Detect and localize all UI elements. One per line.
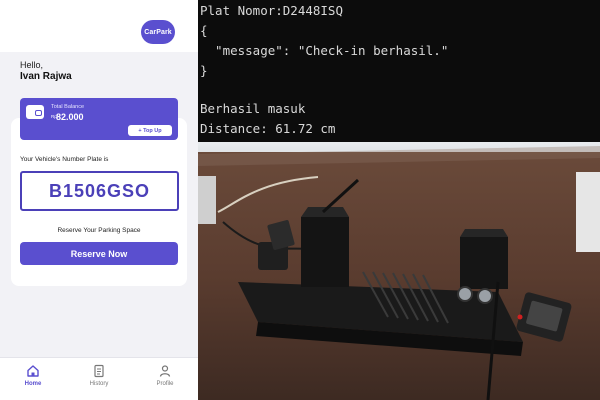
nav-profile[interactable]: Profile — [145, 362, 185, 387]
nav-history[interactable]: History — [79, 362, 119, 387]
plate-caption: Your Vehicle's Number Plate is — [20, 156, 109, 163]
nav-label-history: History — [89, 381, 109, 387]
number-plate-display: B1506GSO — [20, 171, 179, 211]
user-name: Ivan Rajwa — [20, 71, 72, 82]
terminal-line-brace-open: { — [200, 23, 208, 38]
balance-label: Total Balance — [51, 104, 85, 110]
balance-amount: 82.000 — [56, 112, 84, 122]
terminal-output: Plat Nomor:D2448ISQ { "message": "Check-… — [198, 0, 600, 142]
nav-home[interactable]: Home — [13, 362, 53, 387]
terminal-line-message: "message": "Check-in berhasil." — [200, 43, 449, 58]
terminal-line-brace-close: } — [200, 63, 208, 78]
terminal-line-plate: Plat Nomor:D2448ISQ — [200, 3, 343, 18]
bottom-navigation: Home History Profile — [0, 357, 198, 400]
top-up-button[interactable]: + Top Up — [128, 125, 172, 136]
nav-label-home: Home — [24, 381, 42, 387]
app-header: Car Park — [0, 0, 198, 52]
wallet-icon — [26, 105, 44, 119]
logo-text-car: Car — [144, 28, 157, 36]
carpark-logo: Car Park — [141, 20, 175, 44]
reserve-caption: Reserve Your Parking Space — [57, 227, 141, 234]
terminal-line-status: Berhasil masuk — [200, 101, 306, 116]
profile-icon — [159, 365, 171, 377]
history-icon — [94, 364, 104, 378]
greeting-text: Hello, — [20, 60, 44, 70]
nav-label-profile: Profile — [156, 381, 174, 387]
reserve-now-button[interactable]: Reserve Now — [20, 242, 178, 265]
logo-text-park: Park — [156, 28, 172, 36]
parking-gate-prototype-photo — [198, 142, 600, 400]
mobile-app-screen: Car Park Hello, Ivan Rajwa Total Balance … — [0, 0, 198, 400]
balance-card: Total Balance Rp 82.000 + Top Up — [20, 98, 178, 140]
prototype-illustration — [198, 142, 600, 400]
terminal-line-distance: Distance: 61.72 cm — [200, 121, 336, 136]
home-icon — [27, 365, 39, 377]
